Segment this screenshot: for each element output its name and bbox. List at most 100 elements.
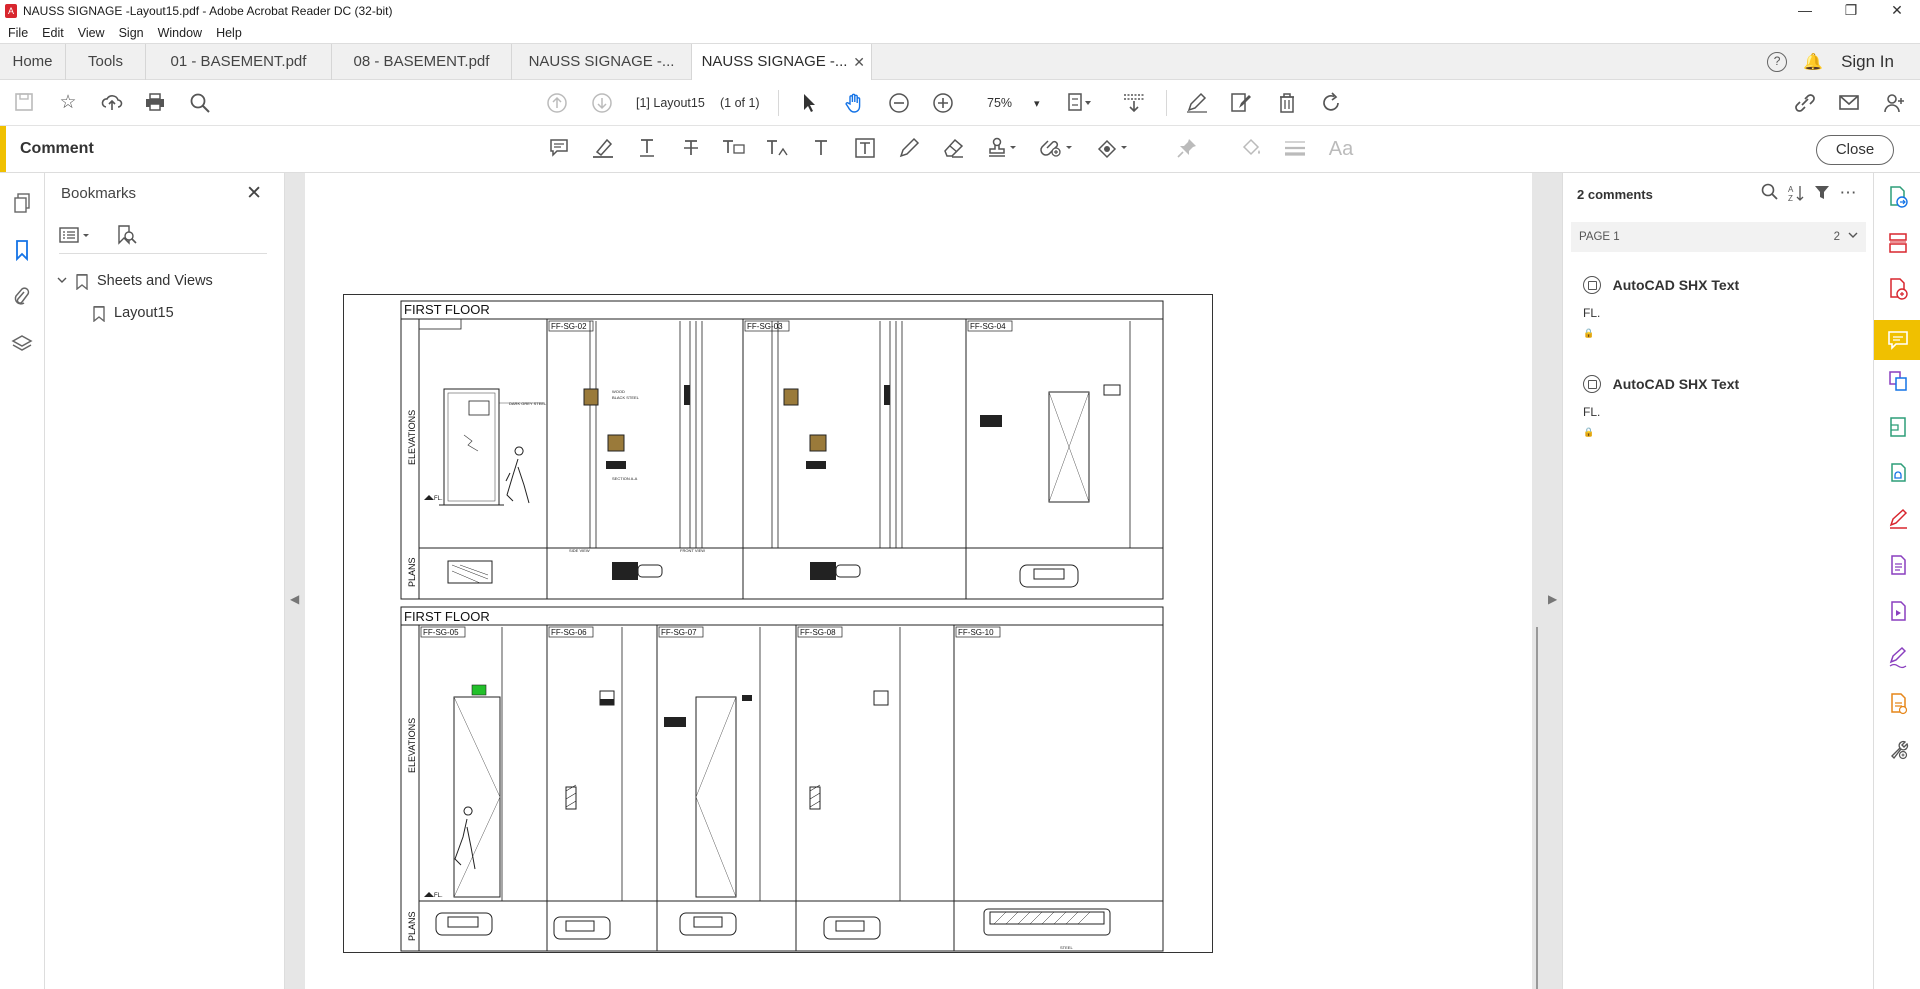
pin-icon[interactable]	[1174, 137, 1200, 161]
pencil-icon[interactable]	[896, 137, 922, 161]
highlight-icon[interactable]	[590, 137, 616, 161]
fill-and-sign-icon[interactable]	[1885, 507, 1911, 533]
delete-icon[interactable]	[1275, 92, 1299, 116]
comment-item[interactable]: AutoCAD SHX Text FL. 🔒	[1583, 276, 1863, 339]
print-icon[interactable]	[143, 92, 167, 116]
fill-sign-icon[interactable]	[1185, 92, 1209, 116]
bell-icon[interactable]: 🔔	[1803, 52, 1823, 72]
chevron-down-icon[interactable]	[57, 273, 67, 289]
zoom-out-icon[interactable]	[887, 92, 911, 116]
tab-document-4[interactable]: NAUSS SIGNAGE -... ✕	[692, 44, 872, 81]
add-text-icon[interactable]	[808, 137, 834, 161]
attach-file-icon[interactable]	[1040, 137, 1072, 161]
compress-pdf-icon[interactable]	[1885, 415, 1911, 441]
menu-view[interactable]: View	[78, 26, 105, 40]
collapse-left-panel-icon[interactable]: ◀	[290, 592, 299, 606]
find-bookmark-icon[interactable]	[116, 224, 138, 249]
close-comment-button[interactable]: Close	[1816, 135, 1894, 165]
menu-sign[interactable]: Sign	[119, 26, 144, 40]
bookmark-icon	[76, 274, 88, 290]
attachments-icon[interactable]	[10, 286, 34, 310]
text-box-icon[interactable]	[852, 137, 878, 161]
rotate-icon[interactable]	[1319, 92, 1343, 116]
sign-tag: FF-SG-10	[958, 628, 994, 637]
minimize-button[interactable]: —	[1782, 0, 1828, 22]
send-for-review-icon[interactable]	[1885, 691, 1911, 717]
next-page-icon[interactable]	[590, 92, 614, 116]
bookmark-options-icon[interactable]	[59, 226, 95, 247]
comment-accent-strip	[0, 126, 6, 172]
sign-in-button[interactable]: Sign In	[1841, 52, 1894, 72]
close-window-button[interactable]: ✕	[1874, 0, 1920, 22]
menu-help[interactable]: Help	[216, 26, 242, 40]
create-pdf-icon[interactable]	[1885, 277, 1911, 303]
row-label: ELEVATIONS	[407, 718, 417, 773]
shapes-icon[interactable]	[1095, 137, 1127, 161]
tab-home[interactable]: Home	[0, 44, 66, 80]
sort-icon[interactable]: AZ	[1783, 183, 1809, 208]
save-icon[interactable]	[12, 92, 36, 116]
scroll-mode-icon[interactable]	[1122, 92, 1146, 116]
star-icon[interactable]: ☆	[56, 92, 80, 116]
page-number-input[interactable]: [1] Layout15	[636, 91, 705, 115]
combine-files-icon[interactable]	[1885, 369, 1911, 395]
font-size-icon[interactable]: Aa	[1328, 137, 1354, 161]
menu-edit[interactable]: Edit	[42, 26, 64, 40]
insert-text-icon[interactable]	[764, 137, 790, 161]
bookmark-sheets-and-views[interactable]: Sheets and Views	[57, 273, 213, 290]
tab-tools[interactable]: Tools	[66, 44, 146, 80]
sticky-note-icon[interactable]	[546, 137, 572, 161]
fit-page-icon[interactable]	[1066, 92, 1091, 116]
rich-media-icon[interactable]	[1885, 599, 1911, 625]
filter-icon[interactable]	[1809, 183, 1835, 208]
zoom-level-select[interactable]: 75% ▾	[987, 91, 1040, 115]
request-signature-icon[interactable]	[1885, 645, 1911, 671]
email-icon[interactable]	[1837, 92, 1861, 116]
protect-pdf-icon[interactable]	[1885, 461, 1911, 487]
document-viewport[interactable]: FIRST FLOOR ELEVATIONS PLANS FF-SG-02 FF…	[285, 173, 1562, 989]
line-weight-icon[interactable]	[1282, 137, 1308, 161]
close-tab-icon[interactable]: ✕	[853, 44, 865, 80]
vertical-scrollbar[interactable]	[1536, 627, 1538, 989]
chevron-down-icon[interactable]	[1848, 222, 1858, 252]
select-cursor-icon[interactable]	[797, 92, 821, 116]
comment-tool-icon[interactable]	[1874, 320, 1920, 360]
organize-pages-icon[interactable]	[1885, 231, 1911, 257]
maximize-button[interactable]: ❐	[1828, 0, 1874, 22]
stamp-icon[interactable]	[986, 137, 1016, 161]
comments-page-group[interactable]: PAGE 1 2	[1571, 222, 1866, 252]
menu-window[interactable]: Window	[158, 26, 202, 40]
help-icon[interactable]: ?	[1767, 52, 1788, 72]
search-icon[interactable]	[1757, 183, 1783, 208]
tab-document-2[interactable]: 08 - BASEMENT.pdf	[332, 44, 512, 80]
underline-text-icon[interactable]	[634, 137, 660, 161]
tab-document-3[interactable]: NAUSS SIGNAGE -...	[512, 44, 692, 80]
menu-file[interactable]: File	[8, 26, 28, 40]
user-share-icon[interactable]	[1882, 92, 1906, 116]
fill-color-icon[interactable]	[1238, 137, 1264, 161]
export-pdf-icon[interactable]	[1885, 185, 1911, 211]
close-icon[interactable]: ✕	[246, 182, 262, 205]
tab-document-1[interactable]: 01 - BASEMENT.pdf	[146, 44, 332, 80]
page-thumbnails-icon[interactable]	[10, 192, 34, 216]
previous-page-icon[interactable]	[545, 92, 569, 116]
scan-ocr-icon[interactable]	[1885, 553, 1911, 579]
find-icon[interactable]	[188, 92, 212, 116]
bookmark-label: Sheets and Views	[97, 273, 213, 289]
share-link-icon[interactable]	[1793, 92, 1817, 116]
replace-text-icon[interactable]	[720, 137, 746, 161]
bookmark-layout15[interactable]: Layout15	[93, 305, 174, 322]
edit-pdf-icon[interactable]	[1229, 92, 1253, 116]
more-tools-icon[interactable]	[1885, 737, 1911, 763]
eraser-icon[interactable]	[940, 137, 966, 161]
hand-tool-icon[interactable]	[842, 92, 866, 116]
bookmarks-panel-icon[interactable]	[10, 239, 34, 263]
strikethrough-icon[interactable]	[678, 137, 704, 161]
zoom-in-icon[interactable]	[931, 92, 955, 116]
cloud-upload-icon[interactable]	[100, 92, 124, 116]
view-label: FRONT VIEW	[680, 548, 705, 553]
collapse-right-panel-icon[interactable]: ▶	[1548, 592, 1557, 606]
more-options-icon[interactable]: ⋯	[1835, 183, 1861, 208]
comment-item[interactable]: AutoCAD SHX Text FL. 🔒	[1583, 375, 1863, 438]
layers-icon[interactable]	[10, 333, 34, 357]
